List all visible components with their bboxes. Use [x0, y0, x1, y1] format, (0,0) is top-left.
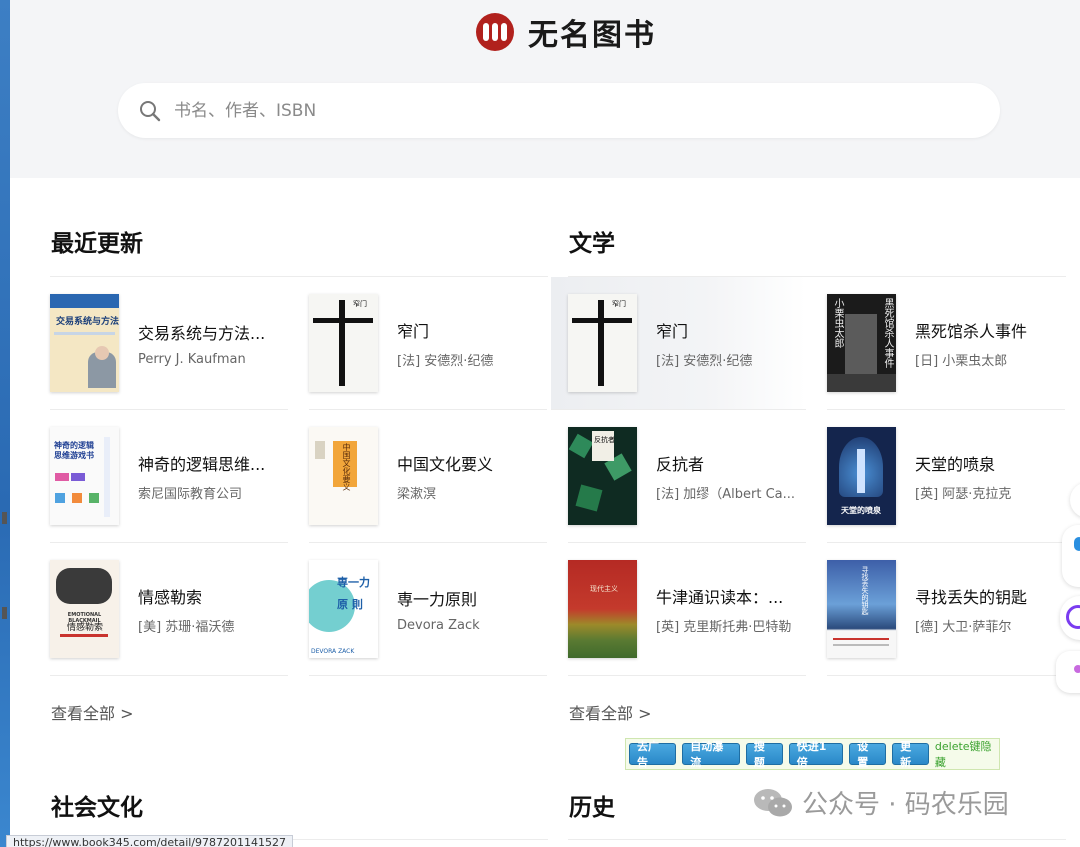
remove-ads-button[interactable]: 去广告: [629, 740, 677, 769]
book-cover[interactable]: 神奇的逻辑思维游戏书: [50, 427, 119, 525]
book-card[interactable]: 専一力 原 則 DEVORA ZACK 専一力原則 Devora Zack: [309, 543, 547, 676]
brand[interactable]: 无名图书: [476, 10, 656, 54]
book-info: 専一力原則 Devora Zack: [397, 586, 547, 633]
book-title[interactable]: 窄门: [656, 318, 806, 342]
book-cover[interactable]: 寻找丢失的钥匙: [827, 560, 896, 658]
book-cover[interactable]: 窄门: [309, 294, 378, 392]
book-card[interactable]: EMOTIONAL BLACKMAIL 情感勒索 情感勒索 [美] 苏珊·福沃德: [50, 543, 288, 676]
book-cover[interactable]: 天堂的喷泉: [827, 427, 896, 525]
book-card[interactable]: 交易系统与方法 交易系统与方法... Perry J. Kaufman: [50, 277, 288, 410]
book-info: 交易系统与方法... Perry J. Kaufman: [138, 320, 288, 367]
book-title[interactable]: 黑死馆杀人事件: [915, 318, 1065, 342]
wechat-icon: [754, 788, 792, 816]
book-author: [美] 苏珊·福沃德: [138, 619, 235, 635]
book-card[interactable]: 窄门 窄门 [法] 安德烈·纪德: [551, 277, 806, 410]
book-info: 窄门 [法] 安德烈·纪德: [656, 318, 806, 369]
book-cover[interactable]: 反抗者: [568, 427, 637, 525]
book-card[interactable]: 天堂的喷泉 天堂的喷泉 [英] 阿瑟·克拉克: [827, 410, 1065, 543]
ad-toolbar: 去广告 自动瀑流 搜题 快进1倍 设置 更新 delete键隐藏: [625, 738, 1000, 770]
book-cover[interactable]: 窄门: [568, 294, 637, 392]
book-card[interactable]: 神奇的逻辑思维游戏书 神奇的逻辑思维... 索尼国际教育公司: [50, 410, 288, 543]
book-info: 黑死馆杀人事件 [日] 小栗虫太郎: [915, 318, 1065, 369]
book-cover[interactable]: 中国文化要义: [309, 427, 378, 525]
book-card[interactable]: 小栗虫太郎 黑死馆杀人事件 黑死馆杀人事件 [日] 小栗虫太郎: [827, 277, 1065, 410]
desktop-edge-mark: [2, 607, 7, 619]
book-author: [法] 安德烈·纪德: [397, 353, 494, 369]
sparkle-icon: [1074, 665, 1080, 673]
hide-hint: delete键隐藏: [934, 740, 992, 769]
watermark-text: 公众号 · 码农乐园: [802, 790, 1009, 820]
book-card[interactable]: 现代主义 牛津通识读本：... [英] 克里斯托弗·巴特勒: [568, 543, 806, 676]
book-author: [日] 小栗虫太郎: [915, 353, 1008, 369]
book-author: [英] 克里斯托弗·巴特勒: [656, 619, 792, 635]
search-icon: [140, 100, 161, 121]
settings-button[interactable]: 设置: [849, 740, 887, 769]
search-question-button[interactable]: 搜题: [745, 740, 783, 769]
book-info: 牛津通识读本：... [英] 克里斯托弗·巴特勒: [656, 584, 806, 635]
search-bar[interactable]: [118, 83, 1000, 138]
assistant-icon: [1074, 537, 1080, 551]
book-author: 梁漱溟: [397, 486, 437, 502]
brand-logo-icon: [476, 13, 514, 51]
book-info: 情感勒索 [美] 苏珊·福沃德: [138, 584, 288, 635]
book-cover[interactable]: 交易系统与方法: [50, 294, 119, 392]
search-input[interactable]: [174, 100, 954, 121]
fast-forward-button[interactable]: 快进1倍: [788, 740, 844, 769]
book-title[interactable]: 牛津通识读本：...: [656, 584, 806, 608]
section-title-literature[interactable]: 文学: [569, 224, 615, 258]
book-info: 神奇的逻辑思维... 索尼国际教育公司: [138, 451, 288, 502]
section-title-history[interactable]: 历史: [569, 788, 615, 822]
book-title[interactable]: 神奇的逻辑思维...: [138, 451, 288, 475]
view-all-literature-link[interactable]: 查看全部 >: [569, 700, 652, 724]
book-title[interactable]: 専一力原則: [397, 586, 547, 610]
section-title-recent: 最近更新: [51, 230, 143, 257]
status-url: https://www.book345.com/detail/978720114…: [6, 835, 294, 847]
book-info: 中国文化要义 梁漱溟: [397, 451, 547, 502]
book-title[interactable]: 中国文化要义: [397, 451, 547, 475]
book-info: 天堂的喷泉 [英] 阿瑟·克拉克: [915, 451, 1065, 502]
auto-waterfall-button[interactable]: 自动瀑流: [682, 740, 740, 769]
desktop-edge: [0, 0, 10, 847]
site-header: 无名图书: [10, 0, 1080, 178]
book-title[interactable]: 交易系统与方法...: [138, 320, 288, 344]
book-info: 寻找丢失的钥匙 [德] 大卫·萨菲尔: [915, 584, 1065, 635]
book-title[interactable]: 窄门: [397, 318, 547, 342]
section-title-society[interactable]: 社会文化: [51, 788, 143, 822]
floating-widget[interactable]: [1062, 525, 1080, 587]
desktop-edge-mark: [2, 512, 7, 524]
floating-widget[interactable]: [1056, 651, 1080, 693]
watermark: 公众号 · 码农乐园: [752, 784, 1009, 821]
book-author: Perry J. Kaufman: [138, 351, 246, 367]
book-card[interactable]: 窄门 窄门 [法] 安德烈·纪德: [309, 277, 547, 410]
book-card[interactable]: 中国文化要义 中国文化要义 梁漱溟: [309, 410, 547, 543]
book-title[interactable]: 天堂的喷泉: [915, 451, 1065, 475]
book-author: [法] 安德烈·纪德: [656, 353, 753, 369]
book-card[interactable]: 寻找丢失的钥匙 寻找丢失的钥匙 [德] 大卫·萨菲尔: [827, 543, 1065, 676]
book-author: [英] 阿瑟·克拉克: [915, 486, 1012, 502]
book-info: 反抗者 [法] 加缪（Albert Ca...: [656, 451, 806, 502]
book-author: [法] 加缪（Albert Ca...: [656, 486, 796, 502]
view-all-recent-link[interactable]: 查看全部 >: [51, 700, 134, 724]
book-cover[interactable]: EMOTIONAL BLACKMAIL 情感勒索: [50, 560, 119, 658]
book-card[interactable]: 反抗者 反抗者 [法] 加缪（Albert Ca...: [568, 410, 806, 543]
book-title[interactable]: 寻找丢失的钥匙: [915, 584, 1065, 608]
update-button[interactable]: 更新: [892, 740, 929, 769]
brand-title: 无名图书: [528, 18, 656, 53]
book-author: Devora Zack: [397, 617, 480, 633]
book-info: 窄门 [法] 安德烈·纪德: [397, 318, 547, 369]
book-title[interactable]: 情感勒索: [138, 584, 288, 608]
floating-widget[interactable]: [1070, 482, 1080, 518]
book-author: [德] 大卫·萨菲尔: [915, 619, 1012, 635]
book-cover[interactable]: 现代主义: [568, 560, 637, 658]
book-title[interactable]: 反抗者: [656, 451, 806, 475]
book-author: 索尼国际教育公司: [138, 486, 243, 502]
ai-icon: [1066, 605, 1080, 629]
book-cover[interactable]: 専一力 原 則 DEVORA ZACK: [309, 560, 378, 658]
book-cover[interactable]: 小栗虫太郎 黑死馆杀人事件: [827, 294, 896, 392]
section-divider: [568, 839, 1066, 840]
